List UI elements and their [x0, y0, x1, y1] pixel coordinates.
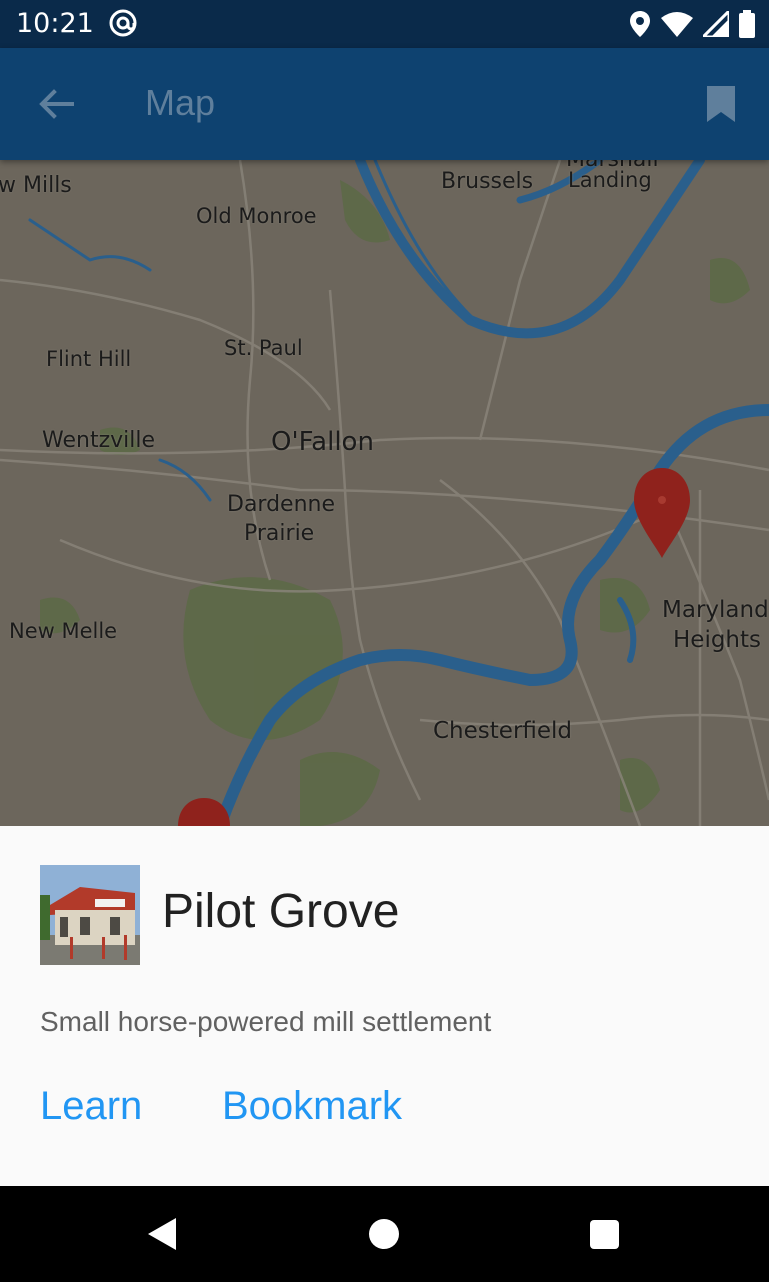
map-label: Maryland [662, 597, 769, 623]
app-bar: Map [0, 48, 769, 160]
nav-home-icon[interactable] [369, 1219, 399, 1249]
map-label: Old Monroe [196, 204, 317, 228]
map-label: St. Paul [224, 336, 303, 360]
nav-back-icon[interactable] [146, 1216, 178, 1252]
battery-icon [739, 10, 755, 38]
status-time: 10:21 [16, 8, 94, 39]
map-label: w Mills [0, 173, 72, 198]
place-thumbnail[interactable] [40, 865, 140, 965]
map-label: Brussels [441, 169, 534, 194]
place-bottom-sheet: Pilot Grove Small horse-powered mill set… [0, 826, 769, 1186]
arrow-back-icon[interactable] [30, 82, 82, 126]
place-title: Pilot Grove [162, 885, 400, 938]
at-sign-icon [109, 9, 137, 37]
bookmark-icon[interactable] [701, 82, 741, 126]
status-icons [629, 8, 755, 40]
map-label: Chesterfield [433, 718, 573, 744]
learn-button[interactable]: Learn [40, 1084, 142, 1129]
map-label: O'Fallon [271, 427, 374, 457]
map-label: New Melle [9, 619, 118, 643]
location-pin-icon [630, 11, 650, 37]
map-label: Heights [673, 627, 762, 653]
map-canvas [0, 160, 769, 826]
map-label: Flint Hill [46, 347, 132, 371]
signal-icon [703, 11, 729, 37]
page-title: Map [145, 82, 216, 123]
map-label: Landing [568, 168, 652, 192]
wifi-icon [661, 12, 693, 37]
nav-recents-icon[interactable] [590, 1220, 619, 1249]
bookmark-button[interactable]: Bookmark [222, 1084, 402, 1129]
status-bar: 10:21 [0, 0, 769, 48]
map-label: Dardenne [227, 492, 336, 517]
map-label: Prairie [244, 521, 315, 546]
system-nav-bar [0, 1186, 769, 1282]
map-marker-pin-icon[interactable] [178, 798, 230, 826]
map-marker-pin-icon[interactable] [634, 468, 690, 558]
map-view[interactable]: w Mills Old Monroe Brussels Marshall Lan… [0, 160, 769, 826]
place-description: Small horse-powered mill settlement [40, 1006, 492, 1037]
map-label: Wentzville [42, 428, 156, 453]
